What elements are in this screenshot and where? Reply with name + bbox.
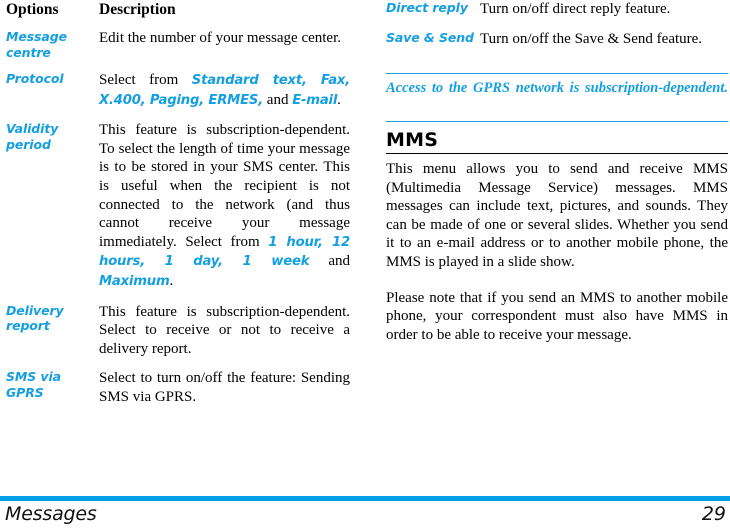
right-column: Direct reply Turn on/off direct reply fe… bbox=[386, 0, 730, 59]
document-page: Options Description Message centre Edit … bbox=[0, 0, 730, 528]
section-body-mms: This menu allows you to send and receive… bbox=[386, 160, 728, 344]
table-row: SMS via GPRS Select to turn on/off the f… bbox=[6, 369, 350, 417]
option-term-message-centre: Message centre bbox=[6, 29, 67, 60]
inline-emphasis: Maximum bbox=[99, 273, 170, 289]
option-description-cell: Turn on/off direct reply feature. bbox=[480, 0, 730, 30]
mms-section: MMS This menu allows you to send and rec… bbox=[386, 129, 728, 344]
inline-text: . bbox=[169, 272, 174, 289]
option-description-sms-via-gprs: Select to turn on/off the feature: Sendi… bbox=[99, 370, 350, 405]
options-table-left: Options Description Message centre Edit … bbox=[6, 0, 350, 418]
option-term-cell: Validity period bbox=[6, 121, 99, 302]
table-header-row: Options Description bbox=[6, 0, 350, 29]
option-description-cell: Turn on/off the Save & Send feature. bbox=[480, 30, 730, 60]
option-description-direct-reply: Turn on/off direct reply feature. bbox=[480, 1, 671, 17]
page-footer: Messages 29 bbox=[0, 503, 730, 528]
table-header-description: Description bbox=[99, 1, 176, 18]
footer-chapter-title: Messages bbox=[5, 503, 97, 525]
option-term-protocol: Protocol bbox=[6, 71, 64, 86]
table-header-options: Options bbox=[6, 1, 59, 18]
option-description-cell: This feature is subscription-dependent. … bbox=[99, 121, 350, 302]
option-description-validity-period: This feature is subscription-dependent. … bbox=[99, 121, 350, 291]
option-term-save-and-send: Save & Send bbox=[386, 29, 474, 45]
table-row: Message centre Edit the number of your m… bbox=[6, 29, 350, 71]
option-term-cell: SMS via GPRS bbox=[6, 369, 99, 417]
option-description-cell: Select to turn on/off the feature: Sendi… bbox=[99, 369, 350, 417]
option-term-cell: Protocol bbox=[6, 71, 99, 121]
table-header-description-cell: Description bbox=[99, 0, 350, 29]
option-term-delivery-report: Delivery report bbox=[6, 302, 64, 334]
option-term-cell: Direct reply bbox=[386, 0, 480, 30]
option-description-protocol: Select from Standard text, Fax, X.400, P… bbox=[99, 71, 350, 110]
option-term-cell: Save & Send bbox=[386, 30, 480, 60]
section-paragraph: This menu allows you to send and receive… bbox=[386, 161, 728, 270]
section-paragraph: Please note that if you send an MMS to a… bbox=[386, 289, 728, 343]
footer-page-number: 29 bbox=[701, 503, 726, 525]
inline-text: . bbox=[337, 91, 341, 108]
option-description-cell: Select from Standard text, Fax, X.400, P… bbox=[99, 71, 350, 121]
footer-rule bbox=[0, 496, 730, 501]
option-term-cell: Message centre bbox=[6, 29, 99, 71]
option-term-sms-via-gprs: SMS via GPRS bbox=[6, 369, 61, 400]
option-description-cell: Edit the number of your message center. bbox=[99, 29, 350, 71]
option-description-message-centre: Edit the number of your message center. bbox=[99, 30, 342, 46]
table-row: Validity period This feature is subscrip… bbox=[6, 121, 350, 302]
inline-emphasis: E-mail bbox=[292, 92, 338, 108]
table-header-options-cell: Options bbox=[6, 0, 99, 29]
option-term-cell: Delivery report bbox=[6, 303, 99, 370]
option-term-direct-reply: Direct reply bbox=[386, 0, 468, 15]
table-row: Save & Send Turn on/off the Save & Send … bbox=[386, 30, 730, 60]
table-row: Direct reply Turn on/off direct reply fe… bbox=[386, 0, 730, 30]
note-text: Access to the GPRS network is subscripti… bbox=[386, 80, 728, 96]
option-description-save-and-send: Turn on/off the Save & Send feature. bbox=[480, 30, 703, 47]
note-box: Access to the GPRS network is subscripti… bbox=[386, 73, 728, 122]
table-row: Delivery report This feature is subscrip… bbox=[6, 303, 350, 370]
section-title-mms: MMS bbox=[386, 129, 728, 154]
inline-text: This feature is subscription-dependent. … bbox=[99, 122, 350, 250]
options-table-right: Direct reply Turn on/off direct reply fe… bbox=[386, 0, 730, 59]
inline-text: and bbox=[309, 253, 350, 270]
inline-text: Select from bbox=[99, 72, 192, 88]
inline-text: and bbox=[263, 91, 293, 108]
table-row: Protocol Select from Standard text, Fax,… bbox=[6, 71, 350, 121]
left-column: Options Description Message centre Edit … bbox=[6, 0, 350, 418]
option-description-delivery-report: This feature is subscription-dependent. … bbox=[99, 303, 350, 357]
option-description-cell: This feature is subscription-dependent. … bbox=[99, 303, 350, 370]
option-term-validity-period: Validity period bbox=[6, 121, 59, 152]
